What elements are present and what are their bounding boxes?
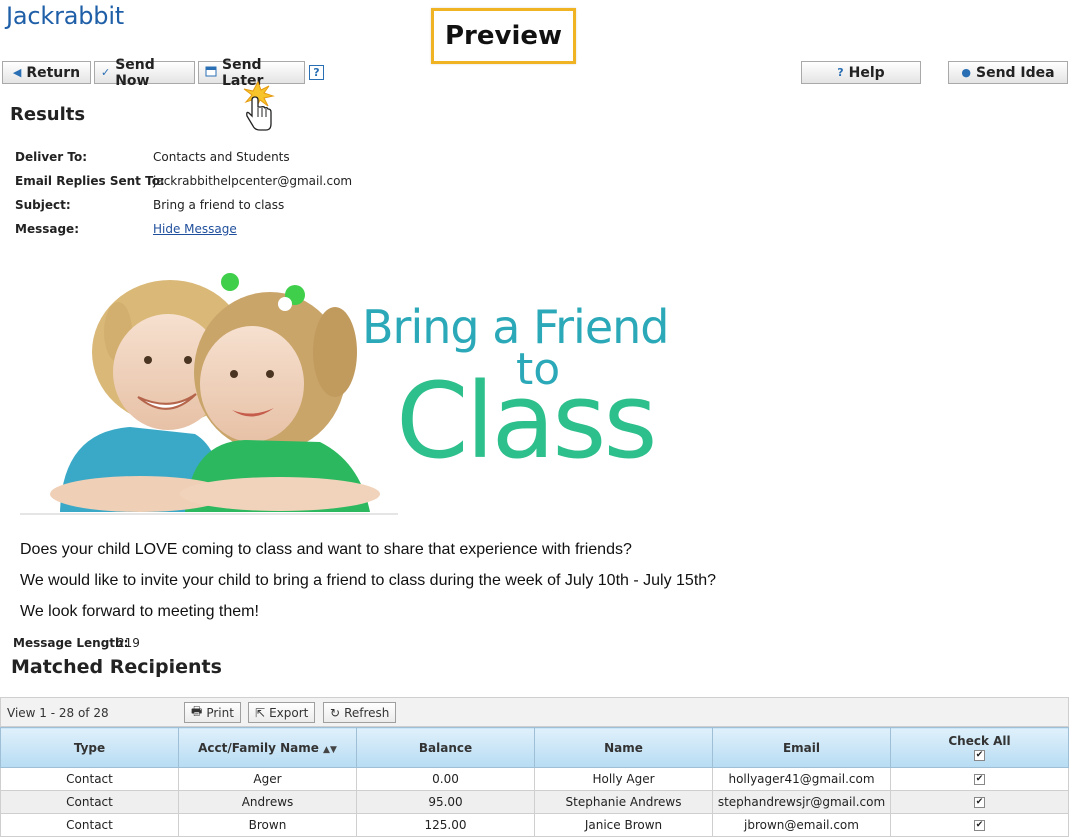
preview-text: Preview [444, 21, 563, 51]
check-all-label: Check All [948, 733, 1011, 748]
printer-icon: 🖶 [191, 704, 203, 718]
row-email: stephandrewsjr@gmail.com [712, 790, 891, 814]
subject-value: Bring a friend to class [153, 198, 285, 212]
replies-label: Email Replies Sent To: [15, 174, 165, 188]
return-label: Return [26, 64, 81, 81]
recipients-table: Type Acct/Family Name ▲▼ Balance Name Em… [0, 727, 1069, 837]
col-balance[interactable]: Balance [356, 727, 535, 768]
row-type: Contact [0, 813, 179, 837]
recipients-grid: View 1 - 28 of 28 🖶 Print ⇱ Export ↻ Ref… [0, 697, 1069, 837]
table-row: Contact Andrews 95.00 Stephanie Andrews … [0, 790, 1069, 814]
sort-icon: ▲▼ [323, 744, 337, 755]
table-header-row: Type Acct/Family Name ▲▼ Balance Name Em… [0, 727, 1069, 768]
deliver-to-label: Deliver To: [15, 150, 88, 164]
replies-value: jackrabbithelpcenter@gmail.com [153, 174, 353, 188]
col-check-all: Check All ✔ [890, 727, 1069, 768]
print-button[interactable]: 🖶 Print [184, 702, 241, 723]
question-icon: ? [837, 66, 844, 79]
row-checkbox[interactable]: ✔ [974, 774, 985, 785]
row-balance: 0.00 [356, 767, 535, 791]
print-label: Print [206, 705, 234, 720]
row-balance: 95.00 [356, 790, 535, 814]
refresh-label: Refresh [344, 705, 390, 720]
help-button[interactable]: ? Help [801, 61, 921, 84]
row-email: hollyager41@gmail.com [712, 767, 891, 791]
view-count: View 1 - 28 of 28 [7, 706, 109, 720]
message-line-2: We would like to invite your child to br… [20, 572, 717, 589]
refresh-button[interactable]: ↻ Refresh [323, 702, 397, 723]
message-line-1: Does your child LOVE coming to class and… [20, 541, 632, 558]
help-question-icon[interactable]: ? [309, 65, 324, 80]
row-email: jbrown@email.com [712, 813, 891, 837]
hide-message-link[interactable]: Hide Message [153, 222, 237, 236]
row-type: Contact [0, 767, 179, 791]
refresh-icon: ↻ [330, 705, 341, 720]
message-label: Message: [15, 222, 79, 236]
row-type: Contact [0, 790, 179, 814]
send-now-button[interactable]: ✓ Send Now [94, 57, 195, 89]
help-label: Help [848, 64, 885, 81]
row-balance: 125.00 [356, 813, 535, 837]
send-idea-label: Send Idea [975, 64, 1055, 81]
return-button[interactable]: ◀ Return [2, 61, 91, 84]
row-family: Andrews [178, 790, 357, 814]
subject-label: Subject: [15, 198, 71, 212]
row-check-cell: ✔ [890, 767, 1069, 791]
export-label: Export [269, 705, 309, 720]
calendar-icon [205, 65, 217, 80]
row-name: Holly Ager [534, 767, 713, 791]
message-length-label: Message Length: [13, 636, 129, 650]
row-check-cell: ✔ [890, 813, 1069, 837]
matched-recipients-heading: Matched Recipients [11, 656, 222, 678]
col-name[interactable]: Name [534, 727, 713, 768]
row-check-cell: ✔ [890, 790, 1069, 814]
arrow-left-icon: ◀ [12, 66, 22, 79]
message-line-3: We look forward to meeting them! [20, 603, 259, 620]
row-family: Ager [178, 767, 357, 791]
hero-title-line3: Class [396, 360, 658, 482]
row-checkbox[interactable]: ✔ [974, 797, 985, 808]
col-email[interactable]: Email [712, 727, 891, 768]
deliver-to-value: Contacts and Students [153, 150, 290, 164]
lightbulb-icon: ● [961, 66, 971, 79]
table-row: Contact Ager 0.00 Holly Ager hollyager41… [0, 767, 1069, 791]
hand-cursor-icon [243, 80, 275, 131]
table-row: Contact Brown 125.00 Janice Brown jbrown… [0, 813, 1069, 837]
col-family-name[interactable]: Acct/Family Name ▲▼ [178, 727, 357, 768]
export-icon: ⇱ [255, 705, 266, 720]
row-name: Janice Brown [534, 813, 713, 837]
preview-overlay-label: Preview [431, 8, 576, 64]
row-checkbox[interactable]: ✔ [974, 820, 985, 831]
col-type[interactable]: Type [0, 727, 179, 768]
results-heading: Results [10, 104, 86, 125]
checkmark-icon: ✓ [101, 66, 111, 79]
row-name: Stephanie Andrews [534, 790, 713, 814]
col-family-name-label: Acct/Family Name [198, 740, 319, 755]
row-family: Brown [178, 813, 357, 837]
export-button[interactable]: ⇱ Export [248, 702, 316, 723]
send-now-label: Send Now [115, 56, 155, 89]
grid-toolbar: View 1 - 28 of 28 🖶 Print ⇱ Export ↻ Ref… [0, 697, 1069, 727]
jackrabbit-logo: Jackrabbit [6, 2, 125, 30]
check-all-checkbox[interactable]: ✔ [974, 749, 985, 761]
message-length-value: 219 [117, 636, 140, 650]
send-idea-button[interactable]: ● Send Idea [948, 61, 1068, 84]
